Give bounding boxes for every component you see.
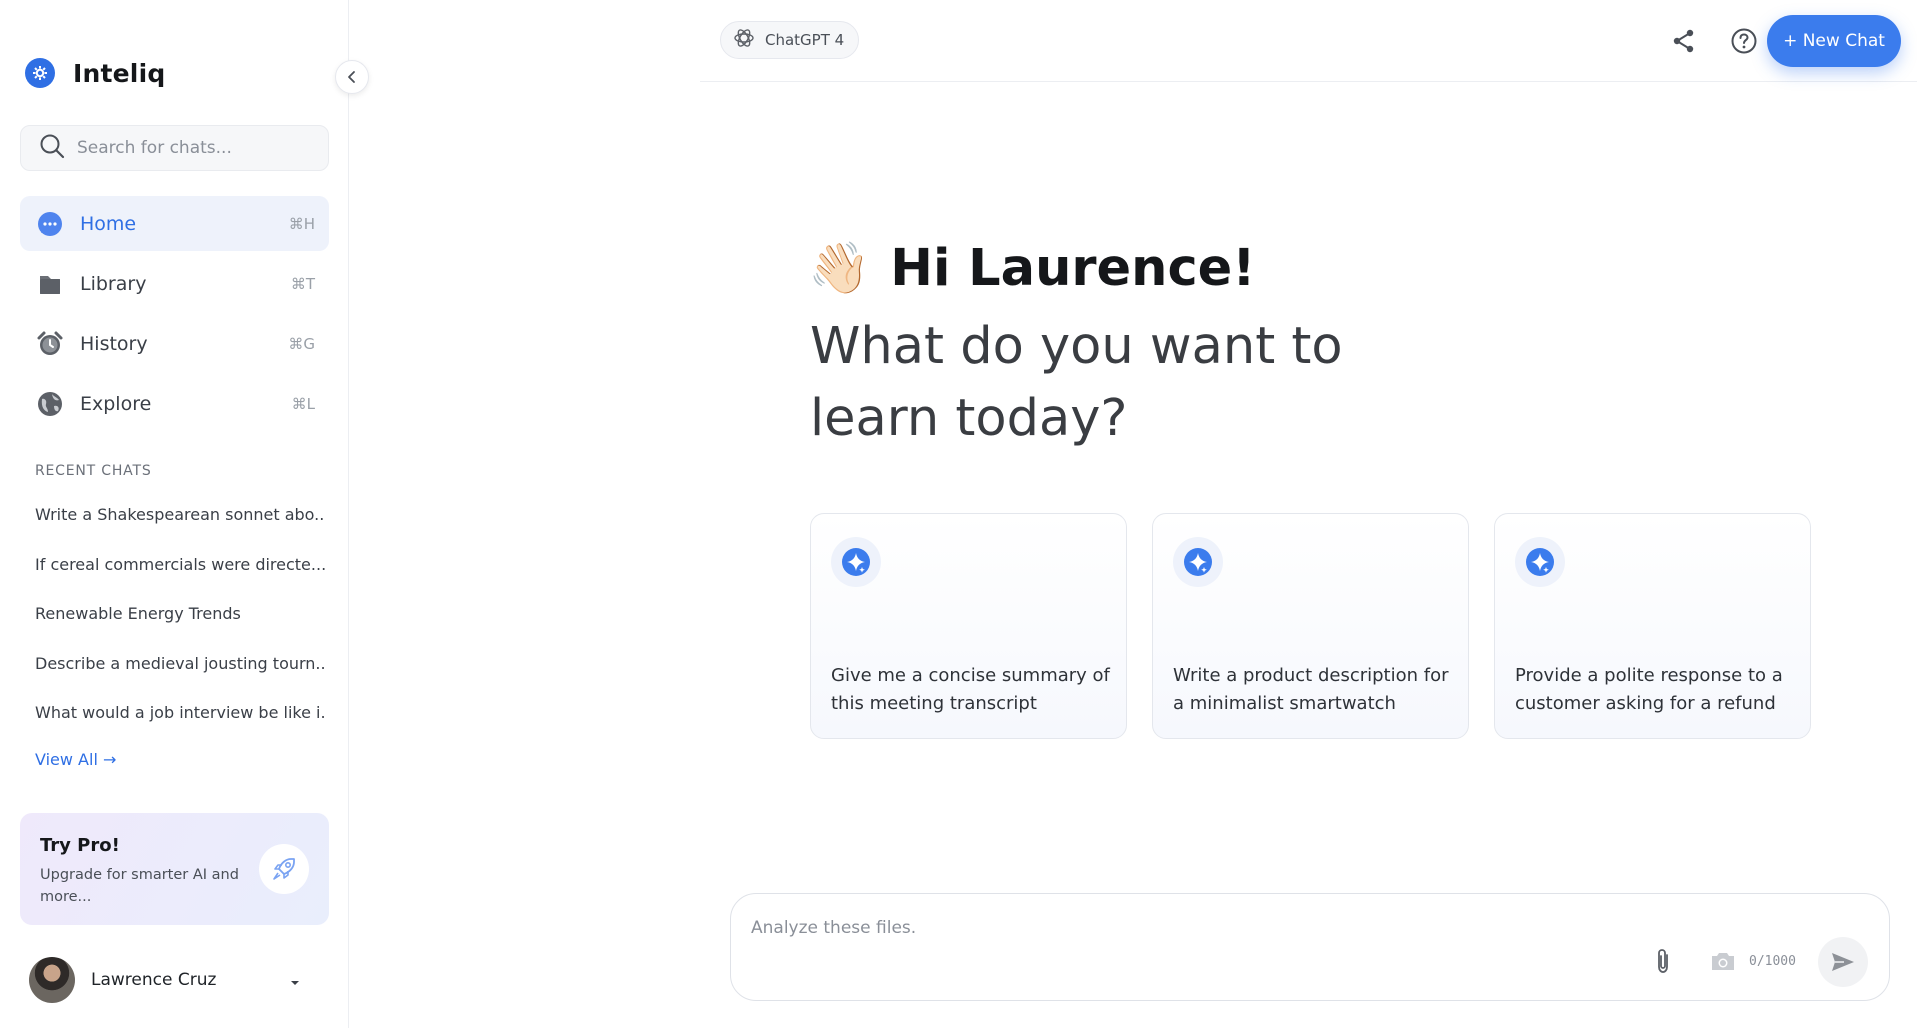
recent-chat-item[interactable]: Write a Shakespearean sonnet abo... <box>35 505 325 555</box>
recent-chat-item[interactable]: If cereal commercials were directe... <box>35 555 325 605</box>
rocket-icon[interactable] <box>259 844 309 894</box>
recent-chats-list: Write a Shakespearean sonnet abo... If c… <box>35 505 325 753</box>
message-composer: 0/1000 <box>730 893 1890 1001</box>
caret-down-icon[interactable] <box>289 974 301 993</box>
shortcut-hint: ⌘L <box>291 394 315 413</box>
new-chat-button[interactable]: + New Chat <box>1767 15 1901 67</box>
recent-chats-heading: RECENT CHATS <box>35 463 152 479</box>
sidebar-item-library[interactable]: Library ⌘T <box>20 256 329 311</box>
folder-icon <box>36 270 64 298</box>
send-button[interactable] <box>1818 937 1868 987</box>
try-pro-card[interactable]: Try Pro! Upgrade for smarter AI and more… <box>20 813 329 925</box>
openai-icon <box>732 26 756 54</box>
pro-description: Upgrade for smarter AI and more... <box>40 867 239 905</box>
chevron-left-icon <box>348 71 355 83</box>
search-input[interactable] <box>77 138 307 158</box>
model-selector[interactable]: ChatGPT 4 <box>720 21 860 59</box>
shortcut-hint: ⌘H <box>288 214 315 233</box>
suggestion-card[interactable]: Give me a concise summary of this meetin… <box>810 513 1127 739</box>
sidebar-nav: Home ⌘H Library ⌘T History ⌘G Explore ⌘L <box>20 196 329 436</box>
chat-search[interactable] <box>20 125 329 171</box>
help-icon[interactable] <box>1727 24 1761 58</box>
message-input[interactable] <box>751 918 1631 948</box>
paperclip-icon[interactable] <box>1646 944 1680 978</box>
view-all-link[interactable]: View All → <box>35 750 116 769</box>
model-name: ChatGPT 4 <box>765 31 845 49</box>
brand[interactable]: Inteliq <box>25 58 165 88</box>
share-icon[interactable] <box>1667 24 1701 58</box>
search-icon <box>39 133 65 163</box>
shortcut-hint: ⌘G <box>288 334 315 353</box>
recent-chat-item[interactable]: Describe a medieval jousting tourn... <box>35 654 325 704</box>
camera-icon[interactable] <box>1706 944 1740 978</box>
avatar <box>29 957 75 1003</box>
sidebar-item-label: Home <box>80 212 137 235</box>
user-profile[interactable]: Lawrence Cruz <box>29 956 319 1004</box>
alarm-clock-icon <box>36 330 64 358</box>
character-counter: 0/1000 <box>1749 954 1796 969</box>
shortcut-hint: ⌘T <box>290 274 315 293</box>
collapse-sidebar-button[interactable] <box>335 60 369 94</box>
prompt-question: What do you want to learn today? <box>810 317 1343 448</box>
sidebar-item-history[interactable]: History ⌘G <box>20 316 329 371</box>
top-bar: ChatGPT 4 + New Chat <box>700 0 1917 82</box>
greeting-text: Hi Laurence! <box>890 238 1256 298</box>
sparkle-icon <box>1173 537 1223 587</box>
sparkle-icon <box>1515 537 1565 587</box>
greeting: 👋🏻 Hi Laurence! <box>808 238 1256 298</box>
suggestion-text: Give me a concise summary of this meetin… <box>831 665 1110 714</box>
logo-icon <box>25 58 55 88</box>
chat-bubble-icon <box>36 210 64 238</box>
sidebar-item-home[interactable]: Home ⌘H <box>20 196 329 251</box>
app-name: Inteliq <box>73 58 166 88</box>
waving-hand-icon: 👋🏻 <box>808 239 871 297</box>
suggestion-text: Write a product description for a minima… <box>1173 665 1449 714</box>
sidebar-item-label: History <box>80 332 148 355</box>
globe-icon <box>36 390 64 418</box>
sidebar-item-explore[interactable]: Explore ⌘L <box>20 376 329 431</box>
sidebar-item-label: Explore <box>80 392 152 415</box>
user-name: Lawrence Cruz <box>91 970 217 990</box>
sparkle-icon <box>831 537 881 587</box>
send-icon <box>1832 953 1854 971</box>
suggestion-text: Provide a polite response to a customer … <box>1515 665 1783 714</box>
suggestion-card[interactable]: Write a product description for a minima… <box>1152 513 1469 739</box>
suggestion-card[interactable]: Provide a polite response to a customer … <box>1494 513 1811 739</box>
sidebar-item-label: Library <box>80 272 147 295</box>
recent-chat-item[interactable]: Renewable Energy Trends <box>35 604 325 654</box>
recent-chat-item[interactable]: What would a job interview be like i... <box>35 703 325 753</box>
sidebar: Inteliq Home ⌘H Library ⌘T History <box>0 0 349 1028</box>
suggestion-cards: Give me a concise summary of this meetin… <box>810 513 1836 739</box>
